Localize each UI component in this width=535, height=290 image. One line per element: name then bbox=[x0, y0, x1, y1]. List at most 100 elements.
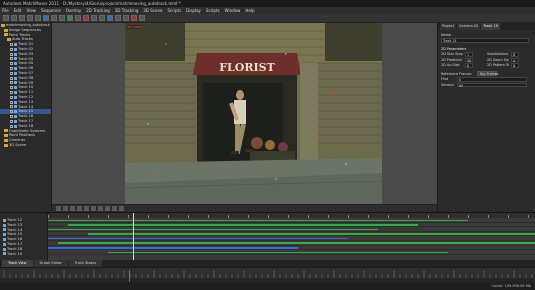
visibility-checkbox[interactable] bbox=[10, 47, 13, 51]
param-field-2[interactable]: 4 bbox=[511, 57, 519, 63]
menu-item-overlay[interactable]: Overlay bbox=[66, 8, 82, 13]
loop-icon[interactable] bbox=[105, 206, 110, 211]
param-field[interactable]: 30 bbox=[465, 57, 473, 63]
tab-track[interactable]: Track 15 bbox=[481, 23, 501, 30]
menu-item-file[interactable]: File bbox=[2, 8, 9, 13]
visibility-checkbox[interactable] bbox=[10, 62, 13, 66]
second-label: Second bbox=[441, 82, 454, 87]
track-tool-icon[interactable] bbox=[67, 15, 73, 21]
visibility-checkbox[interactable] bbox=[10, 119, 13, 123]
new-icon[interactable] bbox=[3, 15, 9, 21]
stop-icon[interactable] bbox=[77, 206, 82, 211]
solve-icon[interactable] bbox=[131, 15, 137, 21]
visibility-checkbox[interactable] bbox=[10, 71, 13, 75]
track-span-bar[interactable] bbox=[68, 224, 418, 226]
current-frame-marker[interactable] bbox=[129, 270, 130, 282]
track-span-bar[interactable] bbox=[108, 251, 448, 254]
select-tool-icon[interactable] bbox=[43, 15, 49, 21]
track-icon bbox=[14, 43, 17, 47]
visibility-checkbox[interactable] bbox=[10, 81, 13, 85]
display-icon[interactable] bbox=[99, 15, 105, 21]
menu-item-scripts-2[interactable]: Scripts bbox=[206, 8, 220, 13]
visibility-checkbox[interactable] bbox=[10, 86, 13, 90]
menu-item-edit[interactable]: Edit bbox=[14, 8, 22, 13]
visibility-checkbox[interactable] bbox=[10, 115, 13, 119]
timeline-row[interactable] bbox=[48, 250, 535, 255]
redo-icon[interactable] bbox=[35, 15, 41, 21]
menu-item-display[interactable]: Display bbox=[186, 8, 201, 13]
second-field[interactable]: 60 bbox=[457, 82, 527, 88]
param-field[interactable]: 1 bbox=[465, 52, 473, 57]
keyframe-tool-icon[interactable] bbox=[75, 15, 81, 21]
save-icon[interactable] bbox=[19, 15, 25, 21]
track-span-bar[interactable] bbox=[48, 237, 348, 240]
timeline-cursor[interactable] bbox=[133, 213, 134, 261]
visibility-checkbox[interactable] bbox=[10, 43, 13, 47]
zoom-tool-icon[interactable] bbox=[59, 15, 65, 21]
track-span-bar[interactable] bbox=[48, 228, 378, 231]
move-tool-icon[interactable] bbox=[51, 15, 57, 21]
visibility-checkbox[interactable] bbox=[10, 91, 13, 95]
menu-item-view[interactable]: View bbox=[26, 8, 36, 13]
visibility-checkbox[interactable] bbox=[10, 100, 13, 104]
menu-item-window[interactable]: Window bbox=[225, 8, 241, 13]
overlay-toggle-icon[interactable] bbox=[119, 206, 124, 211]
visibility-checkbox[interactable] bbox=[10, 52, 13, 56]
undo-icon[interactable] bbox=[27, 15, 33, 21]
step-forward-icon[interactable] bbox=[91, 206, 96, 211]
visibility-checkbox[interactable] bbox=[10, 76, 13, 80]
image-viewer[interactable]: FLORIST HD 1080 bbox=[125, 23, 382, 204]
folder-icon bbox=[4, 143, 8, 147]
play-icon[interactable] bbox=[84, 206, 89, 211]
grid-icon[interactable] bbox=[115, 15, 121, 21]
timeline-area[interactable] bbox=[48, 213, 535, 261]
param-field-2[interactable]: 8 bbox=[511, 63, 519, 68]
play-back-icon[interactable] bbox=[70, 206, 75, 211]
tab-graph-editor[interactable]: Graph Editor bbox=[33, 260, 68, 267]
track-icon bbox=[3, 242, 6, 246]
menu-item-scripts[interactable]: Scripts bbox=[167, 8, 181, 13]
tab-camera[interactable]: Camera 02 bbox=[456, 23, 481, 30]
tab-track-view[interactable]: Track View bbox=[2, 260, 33, 267]
track-icon bbox=[14, 124, 17, 128]
param-field[interactable]: 8 bbox=[465, 63, 473, 68]
zoom-fit-icon[interactable] bbox=[112, 206, 117, 211]
track-span-bar[interactable] bbox=[48, 219, 468, 222]
menu-item-3d-scene[interactable]: 3D Scene bbox=[143, 8, 162, 13]
visibility-checkbox[interactable] bbox=[10, 67, 13, 71]
timeline-track-name[interactable]: Track 19 bbox=[0, 252, 47, 257]
record-icon[interactable] bbox=[83, 15, 89, 21]
step-back-icon[interactable] bbox=[63, 206, 68, 211]
key-frames-button[interactable]: Key Frames bbox=[477, 71, 498, 77]
frame-ruler[interactable] bbox=[0, 267, 535, 283]
track-span-bar[interactable] bbox=[58, 242, 535, 245]
param-field-2[interactable]: 8 bbox=[511, 52, 519, 57]
track-icon bbox=[14, 47, 17, 51]
tab-project[interactable]: Project bbox=[440, 23, 456, 30]
menu-item-sequence[interactable]: Sequence bbox=[41, 8, 61, 13]
tree-folder[interactable]: 3D Scene bbox=[0, 143, 51, 148]
track-icon bbox=[14, 52, 17, 56]
open-icon[interactable] bbox=[11, 15, 17, 21]
go-end-icon[interactable] bbox=[98, 206, 103, 211]
camera-icon[interactable] bbox=[123, 15, 129, 21]
track-icon bbox=[3, 233, 6, 237]
overlay-icon[interactable] bbox=[107, 15, 113, 21]
menu-item-2d-tracking[interactable]: 2D Tracking bbox=[86, 8, 110, 13]
first-field[interactable]: 0 bbox=[457, 77, 527, 82]
go-start-icon[interactable] bbox=[56, 206, 61, 211]
visibility-checkbox[interactable] bbox=[10, 57, 13, 61]
track-span-bar[interactable] bbox=[48, 247, 298, 249]
name-field[interactable]: Track 15 bbox=[441, 38, 529, 43]
track-icon bbox=[3, 218, 6, 222]
track-span-bar[interactable] bbox=[88, 233, 535, 235]
menu-item-3d-tracking[interactable]: 3D Tracking bbox=[115, 8, 139, 13]
visibility-checkbox[interactable] bbox=[10, 95, 13, 99]
menu-item-help[interactable]: Help bbox=[245, 8, 254, 13]
tab-track-status[interactable]: Track Status bbox=[68, 260, 103, 267]
settings-icon[interactable] bbox=[139, 15, 145, 21]
visibility-checkbox[interactable] bbox=[10, 110, 13, 114]
visibility-checkbox[interactable] bbox=[10, 105, 13, 109]
visibility-checkbox[interactable] bbox=[10, 124, 13, 128]
refresh-icon[interactable] bbox=[91, 15, 97, 21]
